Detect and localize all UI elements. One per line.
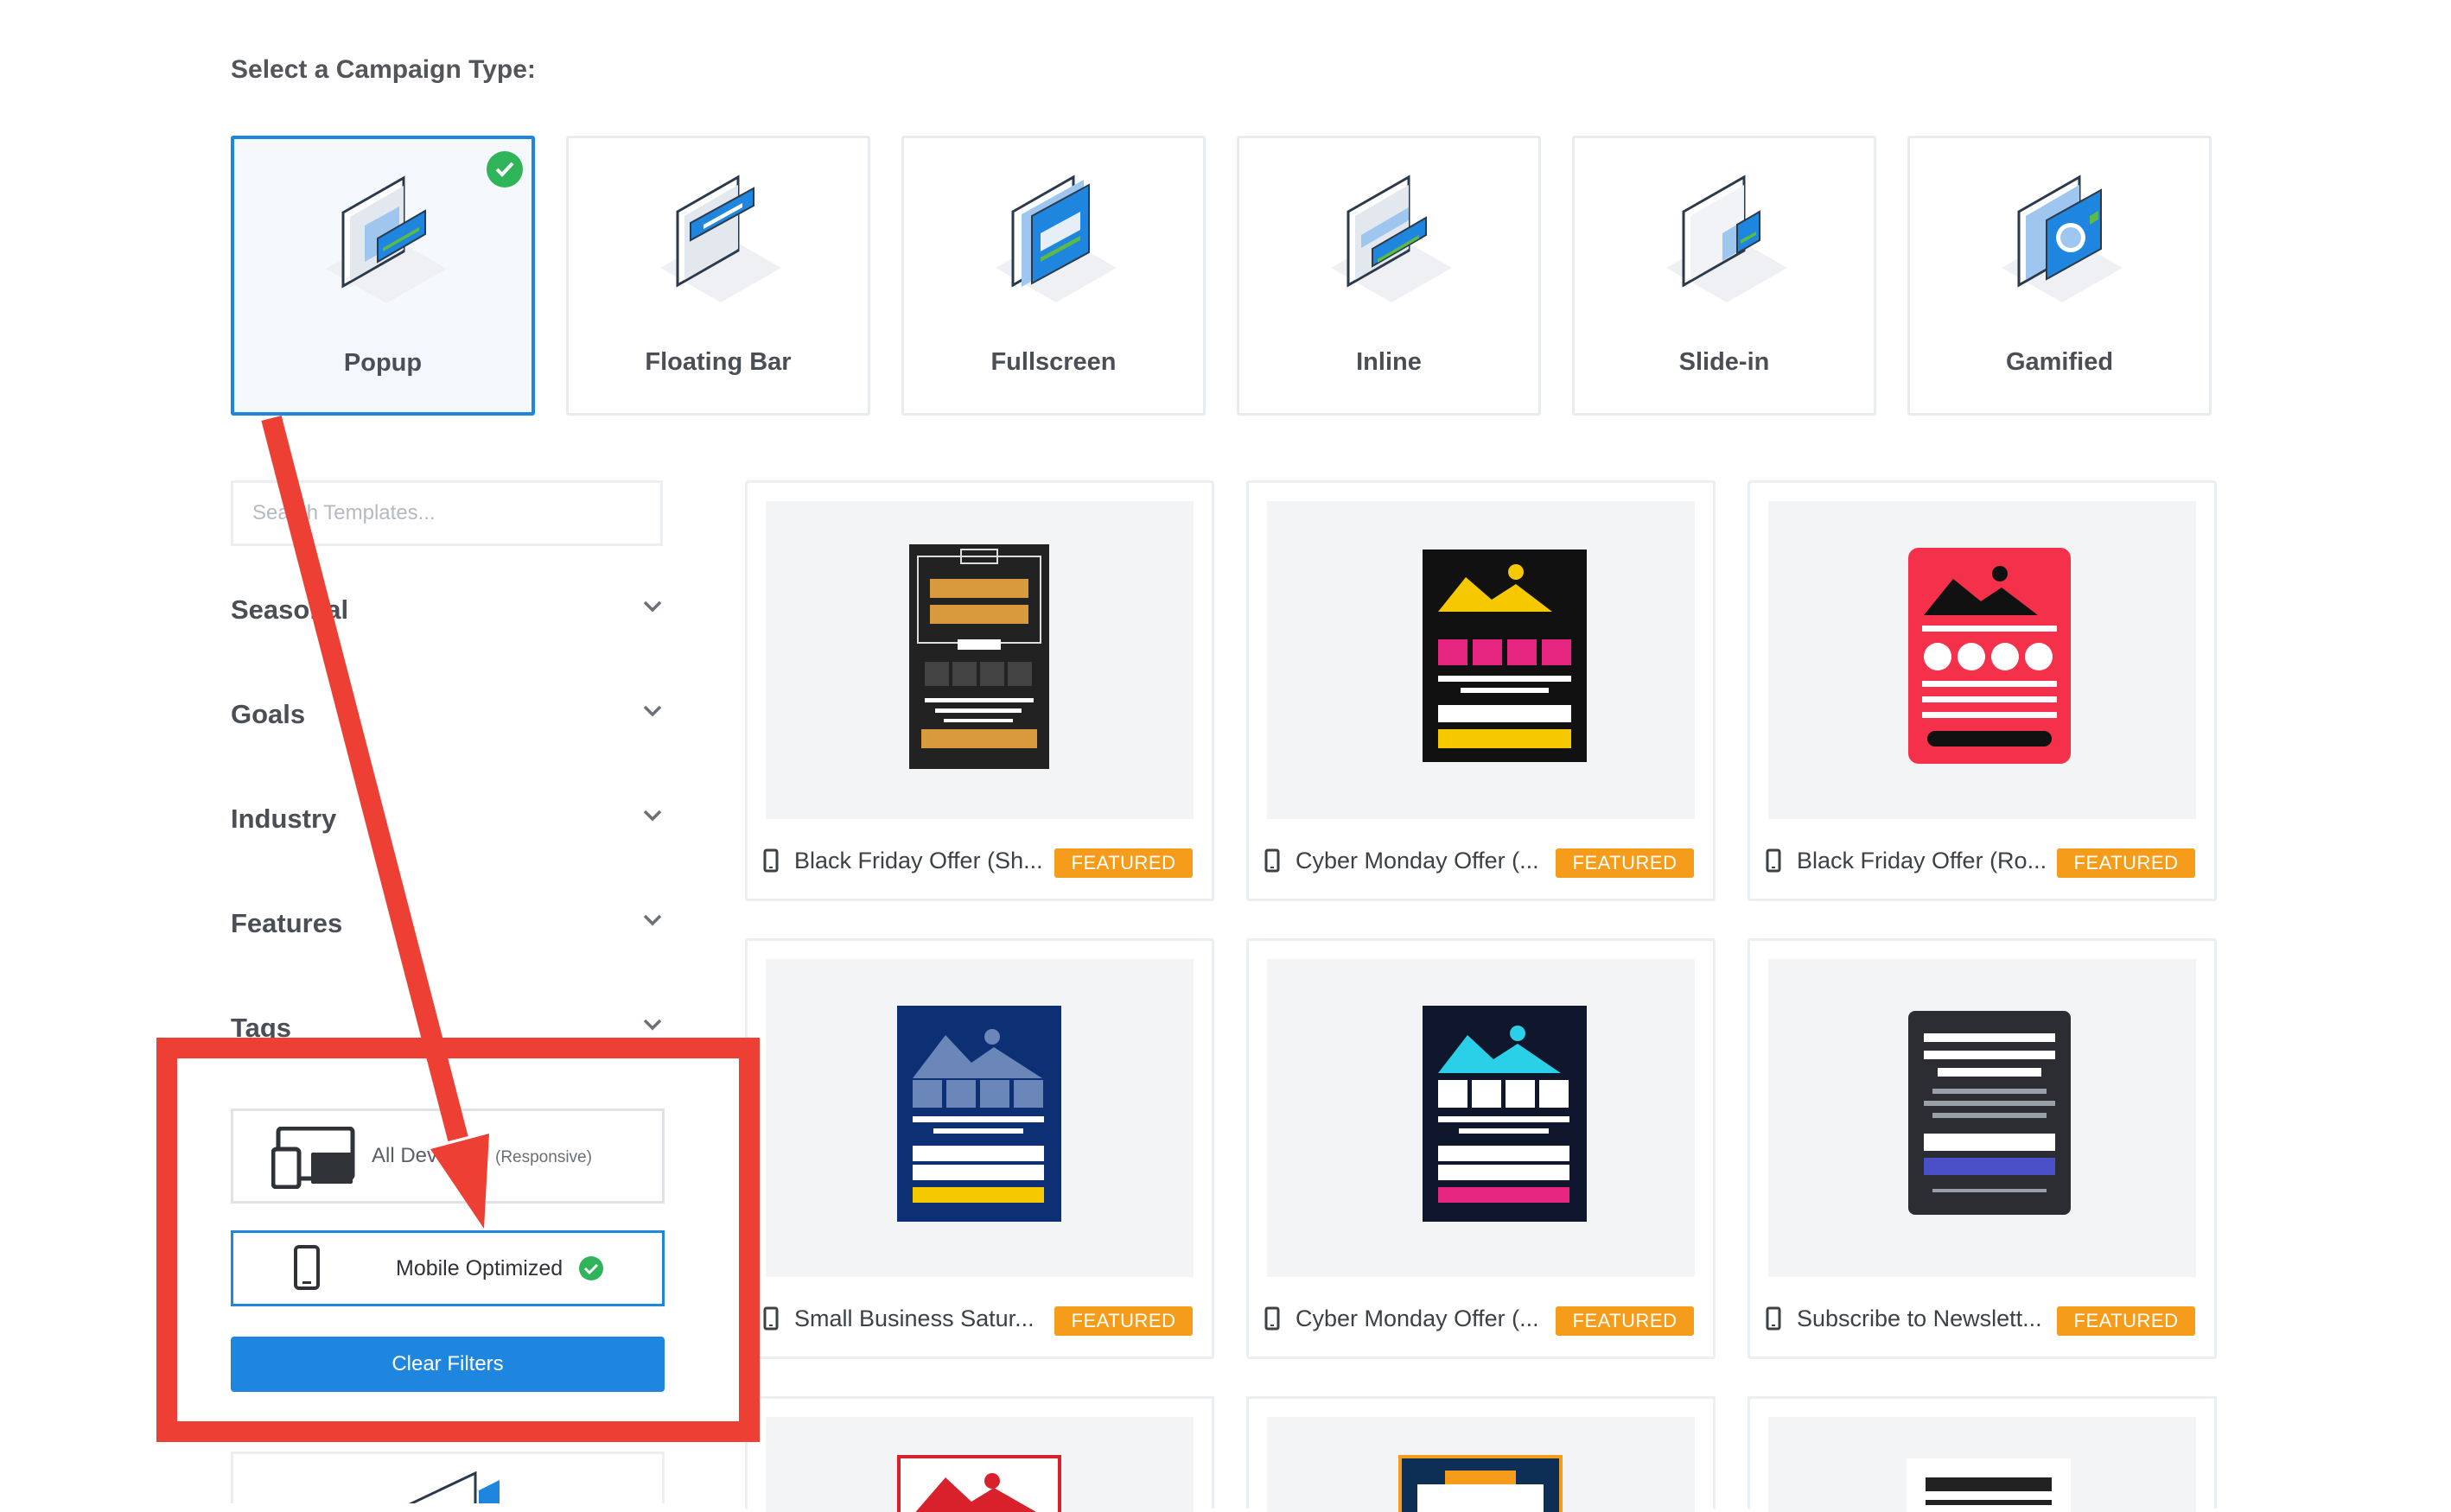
featured-badge: FEATURED: [1054, 848, 1193, 878]
popup-illustration-icon: [326, 175, 447, 303]
template-card[interactable]: [745, 1396, 1214, 1512]
template-preview: [766, 959, 1194, 1277]
mobile-phone-icon: [763, 1306, 779, 1331]
template-card[interactable]: Black Friday Offer (Ro... FEATURED: [1748, 480, 2217, 901]
campaign-type-floating-bar[interactable]: Floating Bar: [566, 136, 870, 416]
template-name: Black Friday Offer (Sh...: [794, 848, 1043, 874]
campaign-type-label: Popup: [343, 349, 423, 377]
template-preview: [1267, 1417, 1695, 1512]
chevron-down-icon: [643, 600, 662, 613]
gamified-illustration-icon: [2002, 175, 2123, 302]
search-input[interactable]: [231, 480, 663, 546]
filter-goals[interactable]: Goals: [231, 692, 663, 735]
popup-illustration-icon: [408, 1471, 500, 1503]
template-card[interactable]: Small Business Satur... FEATURED: [745, 938, 1214, 1359]
campaign-type-label: Slide-in: [1678, 348, 1770, 376]
template-thumbnail: [1423, 1006, 1587, 1222]
mobile-phone-icon: [1264, 848, 1280, 873]
template-thumbnail: [897, 1006, 1061, 1222]
slide-in-illustration-icon: [1666, 175, 1787, 302]
template-preview: [1768, 959, 2196, 1277]
campaign-type-fullscreen[interactable]: Fullscreen: [901, 136, 1206, 416]
template-thumbnail: [1423, 550, 1587, 762]
campaign-type-label: Gamified: [2005, 348, 2114, 376]
mobile-phone-icon: [1766, 848, 1781, 873]
campaign-type-label: Inline: [1356, 348, 1422, 376]
template-thumbnail: [1398, 1455, 1563, 1512]
template-preview: [766, 501, 1194, 819]
template-preview: [1267, 959, 1695, 1277]
filter-label: Seasonal: [231, 594, 349, 625]
template-name: Subscribe to Newslett...: [1797, 1306, 2042, 1331]
chevron-down-icon: [643, 705, 662, 717]
featured-badge: FEATURED: [2057, 1306, 2195, 1336]
template-thumbnail: [897, 1455, 1061, 1512]
campaign-type-slide-in[interactable]: Slide-in: [1572, 136, 1876, 416]
chevron-down-icon: [643, 1019, 662, 1031]
sidebar-partial-card: [231, 1452, 665, 1503]
annotation-highlight-box: [156, 1038, 760, 1442]
chevron-down-icon: [643, 810, 662, 822]
filter-seasonal[interactable]: Seasonal: [231, 588, 663, 631]
page-title: Select a Campaign Type:: [231, 55, 536, 84]
mobile-phone-icon: [1766, 1306, 1781, 1331]
template-card[interactable]: Cyber Monday Offer (... FEATURED: [1246, 938, 1716, 1359]
template-card[interactable]: Subscribe to Newslett... FEATURED: [1748, 938, 2217, 1359]
template-name: Cyber Monday Offer (...: [1296, 848, 1539, 874]
campaign-type-label: Fullscreen: [990, 348, 1117, 376]
template-preview: [1267, 501, 1695, 819]
selected-check-icon: [487, 151, 523, 187]
template-preview: [1768, 501, 2196, 819]
template-card[interactable]: Cyber Monday Offer (... FEATURED: [1246, 480, 1716, 901]
featured-badge: FEATURED: [1054, 1306, 1193, 1336]
campaign-type-label: Floating Bar: [645, 348, 792, 376]
mobile-phone-icon: [1264, 1306, 1280, 1331]
featured-badge: FEATURED: [1556, 1306, 1694, 1336]
template-card[interactable]: [1246, 1396, 1716, 1512]
featured-badge: FEATURED: [2057, 848, 2195, 878]
featured-badge: FEATURED: [1556, 848, 1694, 878]
template-thumbnail: [1908, 1011, 2071, 1215]
floating-bar-illustration-icon: [660, 175, 781, 302]
template-thumbnail: [1908, 548, 2071, 764]
template-thumbnail: [1907, 1458, 2071, 1512]
fullscreen-illustration-icon: [996, 175, 1117, 302]
chevron-down-icon: [643, 914, 662, 926]
filter-industry[interactable]: Industry: [231, 797, 663, 840]
template-preview: [766, 1417, 1194, 1512]
filter-label: Features: [231, 908, 343, 938]
filter-features[interactable]: Features: [231, 901, 663, 944]
template-name: Cyber Monday Offer (...: [1296, 1306, 1539, 1331]
template-card[interactable]: [1748, 1396, 2217, 1512]
template-thumbnail: [909, 544, 1049, 769]
filter-label: Goals: [231, 699, 306, 729]
inline-illustration-icon: [1331, 175, 1452, 302]
template-card[interactable]: Black Friday Offer (Sh... FEATURED: [745, 480, 1214, 901]
campaign-type-inline[interactable]: Inline: [1237, 136, 1541, 416]
template-preview: [1768, 1417, 2196, 1512]
template-name: Black Friday Offer (Ro...: [1797, 848, 2047, 874]
template-name: Small Business Satur...: [794, 1306, 1035, 1331]
filter-label: Industry: [231, 804, 337, 834]
mobile-phone-icon: [763, 848, 779, 873]
campaign-type-gamified[interactable]: Gamified: [1907, 136, 2212, 416]
campaign-type-popup[interactable]: Popup: [231, 136, 535, 416]
